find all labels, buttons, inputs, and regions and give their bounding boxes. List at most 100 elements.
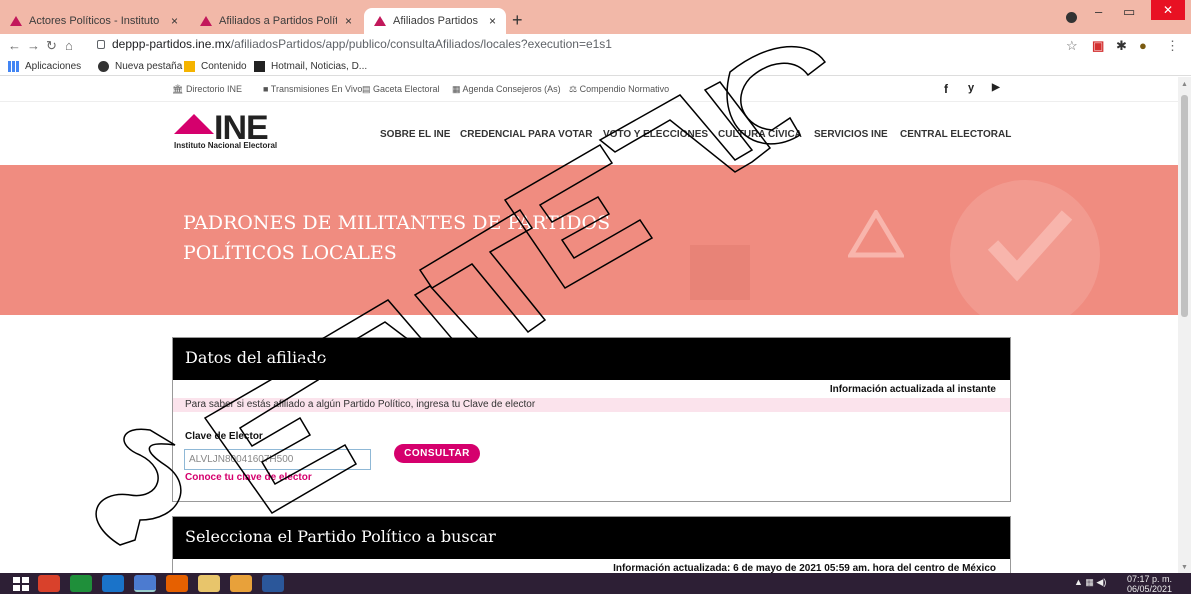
scroll-thumb[interactable] bbox=[1181, 95, 1188, 317]
nav-servicios-ine[interactable]: SERVICIOS INE bbox=[814, 129, 888, 140]
nav-central-electoral[interactable]: CENTRAL ELECTORAL bbox=[900, 129, 1011, 140]
windows-start-icon[interactable] bbox=[10, 575, 32, 592]
outlook-icon[interactable] bbox=[230, 575, 252, 592]
clock-date: 06/05/2021 bbox=[1127, 584, 1173, 594]
ine-utility-strip: 🏛 Directorio INE ■ Transmisiones En Vivo… bbox=[0, 77, 1178, 102]
tab-afiliados-partidos-nac[interactable]: Afiliados a Partidos Políticos Nac × bbox=[190, 8, 362, 34]
ine-favicon-icon bbox=[10, 16, 22, 26]
url-host: deppp-partidos.ine.mx bbox=[112, 37, 231, 51]
file-explorer-icon[interactable] bbox=[198, 575, 220, 592]
ine-logo-icon[interactable] bbox=[174, 114, 214, 134]
checkmark-icon bbox=[987, 210, 1073, 282]
lock-icon[interactable] bbox=[97, 40, 105, 49]
update-notice: Información actualizada al instante bbox=[829, 384, 996, 395]
word-icon[interactable] bbox=[262, 575, 284, 592]
bookmark-label: Hotmail, Noticias, D... bbox=[271, 61, 368, 72]
page-banner: PADRONES DE MILITANTES DE PARTIDOS POLÍT… bbox=[0, 165, 1178, 315]
facebook-icon[interactable]: f bbox=[944, 82, 948, 96]
tab-close-icon[interactable]: × bbox=[171, 14, 178, 28]
tab-actores-politicos[interactable]: Actores Políticos - Instituto Nacio × bbox=[0, 8, 188, 34]
internet-explorer-icon[interactable] bbox=[102, 575, 124, 592]
forward-icon[interactable]: → bbox=[27, 38, 40, 53]
store-app-icon[interactable] bbox=[70, 575, 92, 592]
bookmark-label: Aplicaciones bbox=[25, 61, 82, 72]
nav-credencial[interactable]: CREDENCIAL PARA VOTAR bbox=[460, 129, 592, 140]
url-bar[interactable]: deppp-partidos.ine.mx/afiliadosPartidos/… bbox=[112, 37, 612, 51]
star-icon[interactable]: ☆ bbox=[1066, 38, 1078, 54]
clock[interactable]: 07:17 p. m. 06/05/2021 bbox=[1127, 574, 1172, 594]
page-title: PADRONES DE MILITANTES DE PARTIDOS POLÍT… bbox=[183, 208, 610, 268]
bookmark-label: Contenido bbox=[201, 61, 247, 72]
avatar-icon[interactable]: ● bbox=[1139, 38, 1147, 53]
transmisiones-link[interactable]: ■ Transmisiones En Vivo bbox=[263, 84, 362, 94]
agenda-link[interactable]: ▦ Agenda Consejeros (As) bbox=[452, 84, 561, 95]
ine-favicon-icon bbox=[200, 16, 212, 26]
home-icon[interactable]: ⌂ bbox=[65, 38, 73, 53]
close-window-button[interactable]: ✕ bbox=[1151, 0, 1185, 20]
new-tab-button[interactable]: + bbox=[512, 10, 523, 31]
instruction-text: Para saber si estás afiliado a algún Par… bbox=[173, 398, 1010, 412]
back-icon[interactable]: ← bbox=[8, 38, 21, 53]
tab-label: Afiliados Partidos bbox=[393, 15, 478, 27]
firefox-icon[interactable] bbox=[166, 575, 188, 592]
gaceta-link[interactable]: ▤ Gaceta Electoral bbox=[362, 84, 440, 95]
windows-taskbar: ▲ ▦ ◀) 07:17 p. m. 06/05/2021 bbox=[0, 573, 1191, 594]
tab-close-icon[interactable]: × bbox=[345, 14, 352, 28]
title-line1: PADRONES DE MILITANTES DE PARTIDOS bbox=[183, 212, 611, 234]
bookmark-contenido[interactable]: Contenido bbox=[184, 61, 247, 72]
ine-header: INE Instituto Nacional Electoral SOBRE E… bbox=[0, 103, 1178, 165]
folder-icon bbox=[184, 61, 195, 72]
profile-icon[interactable] bbox=[1066, 12, 1077, 23]
power-app-icon[interactable] bbox=[38, 575, 60, 592]
twitter-icon[interactable]: y bbox=[968, 82, 974, 94]
clave-elector-input[interactable] bbox=[184, 449, 371, 470]
bookmarks-bar: Aplicaciones Nueva pestaña Contenido Hot… bbox=[0, 58, 1191, 76]
restore-icon[interactable]: ▭ bbox=[1123, 4, 1135, 20]
globe-icon bbox=[98, 61, 109, 72]
afiliado-panel: Datos del afiliado Información actualiza… bbox=[172, 337, 1011, 502]
bookmark-apps[interactable]: Aplicaciones bbox=[8, 61, 81, 72]
logo-subtitle: Instituto Nacional Electoral bbox=[174, 141, 278, 150]
directorio-link[interactable]: 🏛 Directorio INE bbox=[172, 84, 242, 95]
tab-label: Afiliados a Partidos Políticos Nac bbox=[219, 15, 337, 27]
browser-toolbar: ← → ↻ ⌂ deppp-partidos.ine.mx/afiliadosP… bbox=[0, 34, 1191, 58]
clock-time: 07:17 p. m. bbox=[1127, 574, 1173, 584]
browser-tabstrip: Actores Políticos - Instituto Nacio × Af… bbox=[0, 0, 1191, 34]
network-icon[interactable]: ▲ ▦ ◀) bbox=[1074, 577, 1106, 588]
url-path: /afiliadosPartidos/app/publico/consultaA… bbox=[230, 37, 612, 51]
ine-favicon-icon bbox=[374, 16, 386, 26]
bookmark-label: Nueva pestaña bbox=[115, 61, 183, 72]
triangle-decoration bbox=[848, 210, 904, 258]
pdf-extension-icon[interactable]: ▣ bbox=[1092, 38, 1104, 54]
msn-icon bbox=[254, 61, 265, 72]
apps-grid-icon bbox=[8, 61, 19, 72]
tab-afiliados-partidos[interactable]: Afiliados Partidos × bbox=[364, 8, 506, 34]
conoce-clave-link[interactable]: Conoce tu clave de elector bbox=[185, 472, 312, 483]
nav-sobre-el-ine[interactable]: SOBRE EL INE bbox=[380, 129, 450, 140]
link-label: Agenda Consejeros (As) bbox=[462, 84, 561, 94]
link-label: Directorio INE bbox=[185, 84, 242, 94]
tab-close-icon[interactable]: × bbox=[489, 14, 496, 28]
page-scrollbar[interactable]: ▲ ▼ bbox=[1178, 77, 1191, 573]
link-label: Transmisiones En Vivo bbox=[270, 84, 363, 94]
bookmark-nueva-pestana[interactable]: Nueva pestaña bbox=[98, 61, 182, 72]
partido-panel-title: Selecciona el Partido Político a buscar bbox=[173, 517, 1010, 559]
reload-icon[interactable]: ↻ bbox=[46, 38, 57, 54]
chrome-icon[interactable] bbox=[134, 575, 156, 592]
youtube-icon[interactable]: ▶ bbox=[992, 82, 1000, 93]
scroll-up-icon[interactable]: ▲ bbox=[1181, 81, 1188, 88]
afiliado-panel-title: Datos del afiliado bbox=[173, 338, 1010, 380]
bookmark-hotmail[interactable]: Hotmail, Noticias, D... bbox=[254, 61, 367, 72]
minimize-icon[interactable]: – bbox=[1095, 4, 1102, 19]
ballot-box-decoration bbox=[690, 245, 750, 300]
scroll-down-icon[interactable]: ▼ bbox=[1181, 564, 1188, 571]
link-label: Compendio Normativo bbox=[579, 84, 670, 94]
nav-cultura-civica[interactable]: CULTURA CÍVICA bbox=[718, 129, 802, 140]
clave-label: Clave de Elector bbox=[185, 431, 263, 442]
compendio-link[interactable]: ⚖ Compendio Normativo bbox=[569, 84, 669, 95]
extensions-icon[interactable]: ✱ bbox=[1116, 38, 1127, 54]
menu-icon[interactable]: ⋮ bbox=[1166, 38, 1179, 54]
nav-voto-elecciones[interactable]: VOTO Y ELECCIONES bbox=[603, 129, 708, 140]
consultar-button[interactable]: CONSULTAR bbox=[394, 444, 480, 463]
tab-label: Actores Políticos - Instituto Nacio bbox=[29, 15, 163, 27]
